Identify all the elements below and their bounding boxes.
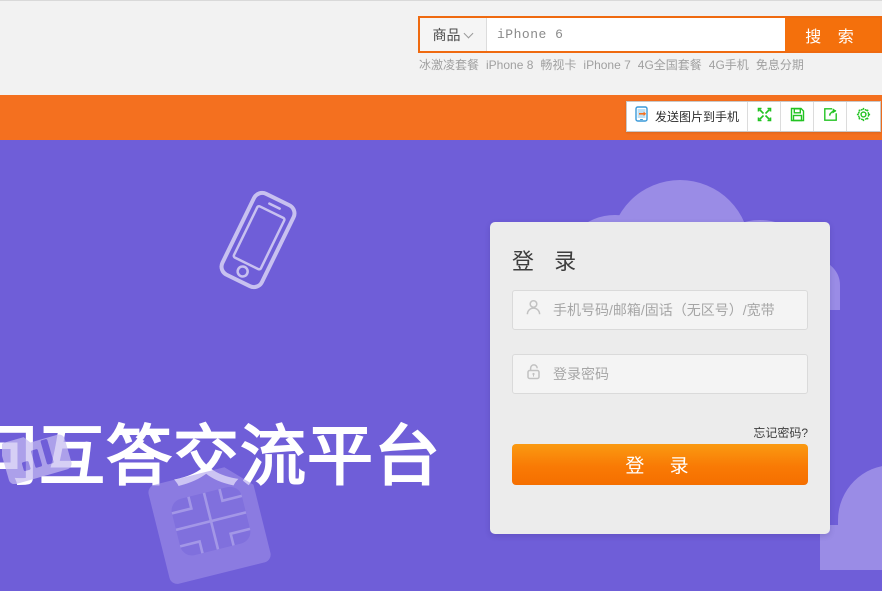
login-title: 登 录 <box>512 249 584 274</box>
password-input[interactable] <box>551 365 795 383</box>
forgot-password-link[interactable]: 忘记密码? <box>753 424 808 441</box>
password-field[interactable] <box>512 354 808 394</box>
hot-keyword-link[interactable]: iPhone 7 <box>583 58 630 72</box>
username-input[interactable] <box>551 301 795 319</box>
save-floppy-icon <box>790 107 805 127</box>
page-root: 商品 搜 索 冰激凌套餐 iPhone 8 畅视卡 iPhone 7 4G全国套餐 4G手… <box>0 0 882 591</box>
cloud-shape <box>820 525 882 570</box>
signal-bars-icon <box>0 418 72 485</box>
fullscreen-expand-icon <box>757 107 772 127</box>
screenshot-capture-toolbar: 发送图片到手机 <box>626 101 882 132</box>
user-icon <box>525 299 542 321</box>
search-button[interactable]: 搜 索 <box>785 18 880 51</box>
save-button[interactable] <box>781 102 815 131</box>
search-category-dropdown[interactable]: 商品 <box>420 18 487 51</box>
search-bar: 商品 搜 索 <box>418 16 882 53</box>
share-button[interactable] <box>814 102 848 131</box>
hot-keyword-link[interactable]: iPhone 8 <box>486 58 533 72</box>
share-export-icon <box>823 107 838 127</box>
settings-button[interactable] <box>847 102 880 131</box>
search-category-label: 商品 <box>432 26 461 43</box>
hot-keyword-link[interactable]: 4G手机 <box>709 58 749 72</box>
expand-button[interactable] <box>748 102 782 131</box>
search-input[interactable] <box>487 18 785 51</box>
sim-card-icon <box>146 450 276 585</box>
hot-keyword-link[interactable]: 免息分期 <box>756 58 804 72</box>
send-image-to-phone-icon <box>635 106 650 127</box>
site-header: 商品 搜 索 冰激凌套餐 iPhone 8 畅视卡 iPhone 7 4G全国套餐 4G手… <box>0 0 882 95</box>
chevron-down-icon <box>465 30 474 39</box>
hot-keyword-link[interactable]: 4G全国套餐 <box>638 58 702 72</box>
smartphone-icon <box>210 185 306 295</box>
lock-open-icon <box>525 363 542 385</box>
send-image-to-phone-label: 发送图片到手机 <box>655 110 740 124</box>
login-card: 登 录 忘记密码? 登 录 <box>490 222 830 534</box>
hot-keyword-link[interactable]: 冰激凌套餐 <box>419 58 479 72</box>
hot-keyword-links: 冰激凌套餐 iPhone 8 畅视卡 iPhone 7 4G全国套餐 4G手机 免息分期 <box>419 56 811 73</box>
hot-keyword-link[interactable]: 畅视卡 <box>540 58 576 72</box>
gear-icon <box>856 107 871 127</box>
username-field[interactable] <box>512 290 808 330</box>
send-image-to-phone-button[interactable]: 发送图片到手机 <box>627 102 749 131</box>
login-submit-button[interactable]: 登 录 <box>512 444 808 485</box>
